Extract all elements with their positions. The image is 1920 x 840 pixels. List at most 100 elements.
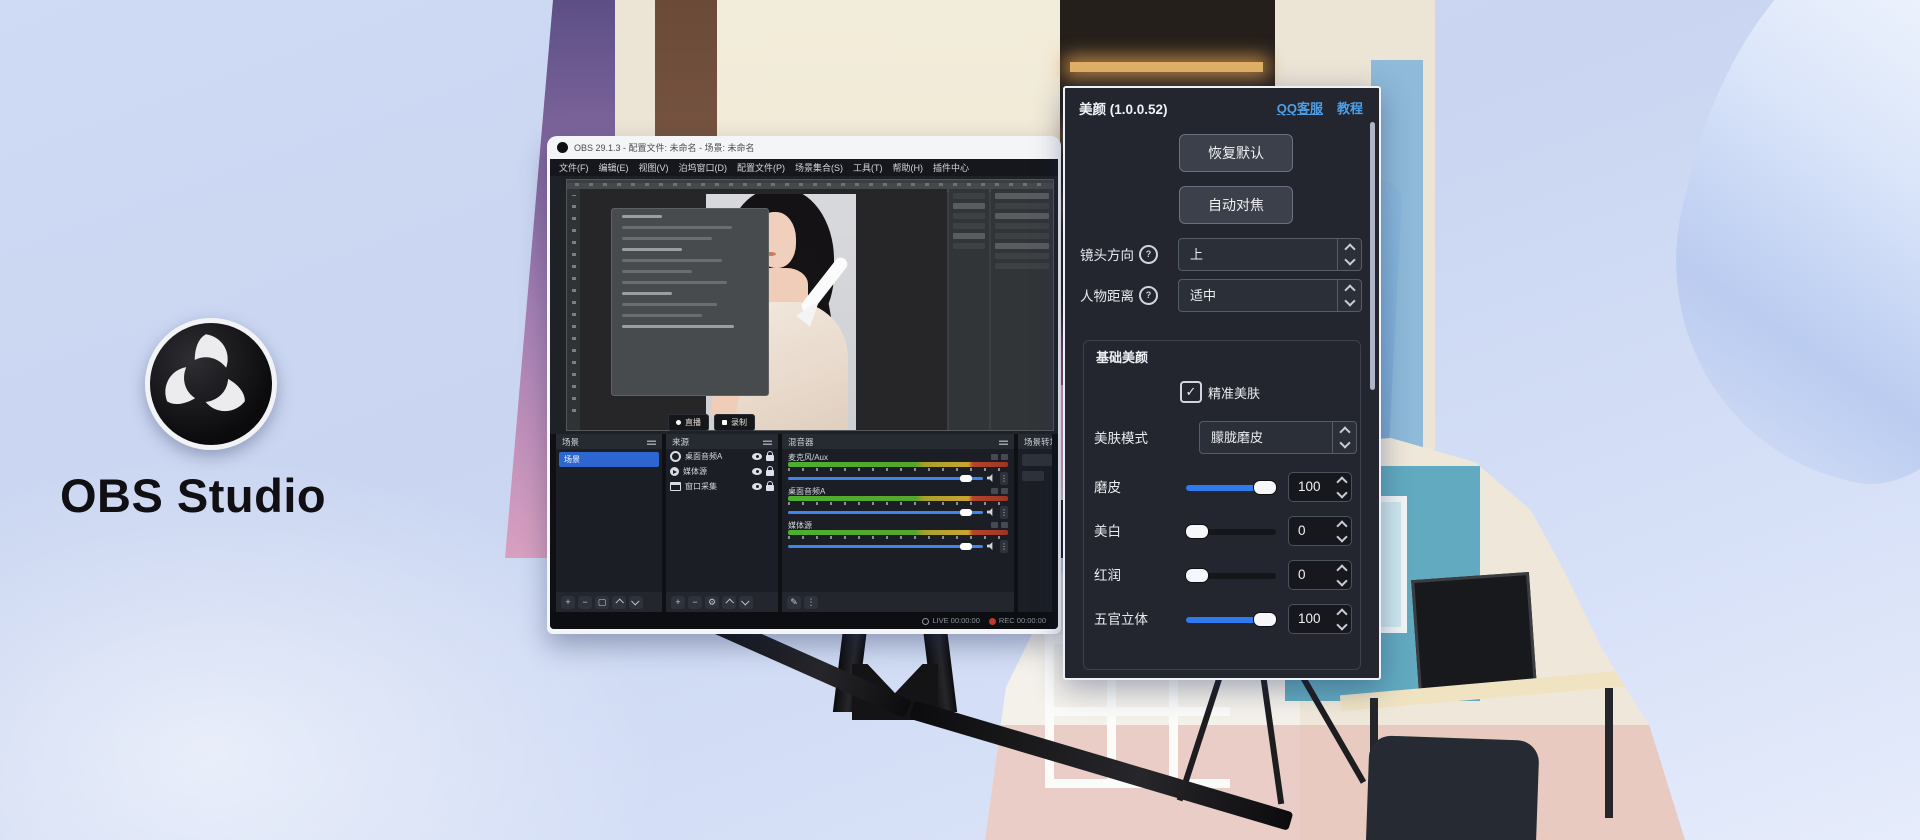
whitening-slider[interactable] bbox=[1186, 529, 1276, 535]
sources-dock: 来源 桌面音频A 媒体源 bbox=[666, 434, 778, 612]
remove-source-button[interactable]: − bbox=[688, 596, 702, 609]
speaker-icon[interactable] bbox=[987, 474, 996, 483]
mixer-channel: 麦克风/Aux ⋮ bbox=[788, 452, 1008, 483]
lock-icon[interactable] bbox=[766, 485, 774, 491]
dropdown-spinner-icons[interactable] bbox=[1332, 422, 1356, 453]
face-3d-slider[interactable] bbox=[1186, 617, 1276, 623]
slider-handle[interactable] bbox=[1254, 481, 1276, 494]
qq-support-link[interactable]: QQ客服 bbox=[1277, 98, 1323, 117]
visibility-eye-icon[interactable] bbox=[752, 453, 762, 460]
number-spinner-icons[interactable] bbox=[1333, 561, 1351, 589]
visibility-eye-icon[interactable] bbox=[752, 483, 762, 490]
live-button[interactable]: 直播 bbox=[668, 414, 709, 431]
whitening-value-box[interactable]: 0 bbox=[1288, 516, 1352, 546]
menu-help[interactable]: 帮助(H) bbox=[893, 161, 924, 174]
scene-item-selected[interactable]: 场景 bbox=[559, 452, 659, 467]
camera-direction-value: 上 bbox=[1190, 239, 1203, 270]
volume-slider-handle[interactable] bbox=[960, 543, 972, 550]
slider-handle[interactable] bbox=[1254, 613, 1276, 626]
volume-slider-handle[interactable] bbox=[960, 475, 972, 482]
visibility-eye-icon[interactable] bbox=[752, 468, 762, 475]
speaker-icon[interactable] bbox=[987, 508, 996, 517]
mixer-channel-icons[interactable] bbox=[991, 454, 1008, 460]
menu-view[interactable]: 视图(V) bbox=[639, 161, 669, 174]
skin-mode-value: 朦胧磨皮 bbox=[1211, 422, 1263, 453]
docks-row: 场景 场景 + − ▢ bbox=[550, 434, 1058, 612]
live-status: LIVE 00:00:00 bbox=[922, 616, 980, 625]
ruddy-slider[interactable] bbox=[1186, 573, 1276, 579]
scene-move-up-button[interactable] bbox=[612, 596, 626, 609]
menu-profile[interactable]: 配置文件(P) bbox=[737, 161, 785, 174]
source-move-down-button[interactable] bbox=[739, 596, 753, 609]
transition-dropdown[interactable] bbox=[1022, 454, 1052, 466]
volume-slider-handle[interactable] bbox=[960, 509, 972, 516]
menu-tools[interactable]: 工具(T) bbox=[853, 161, 883, 174]
panel-scrollbar[interactable] bbox=[1370, 122, 1375, 390]
obs-logo-swirl-icon bbox=[150, 323, 262, 435]
slider-handle[interactable] bbox=[1186, 569, 1208, 582]
skin-mode-dropdown[interactable]: 朦胧磨皮 bbox=[1199, 421, 1357, 454]
source-item[interactable]: 媒体源 bbox=[666, 464, 778, 479]
restore-default-button[interactable]: 恢复默认 bbox=[1179, 134, 1293, 172]
scene-filters-button[interactable]: ▢ bbox=[595, 596, 609, 609]
add-source-button[interactable]: + bbox=[671, 596, 685, 609]
transition-duration-box[interactable] bbox=[1022, 471, 1044, 481]
camera-direction-dropdown[interactable]: 上 bbox=[1178, 238, 1362, 271]
smoothing-slider[interactable] bbox=[1186, 485, 1276, 491]
dialog-line bbox=[622, 314, 702, 317]
source-item[interactable]: 窗口采集 bbox=[666, 479, 778, 494]
number-spinner-icons[interactable] bbox=[1333, 517, 1351, 545]
source-move-up-button[interactable] bbox=[722, 596, 736, 609]
volume-slider[interactable] bbox=[788, 477, 983, 480]
ruddy-value-box[interactable]: 0 bbox=[1288, 560, 1352, 590]
mixer-channel-icons[interactable] bbox=[991, 488, 1008, 494]
add-scene-button[interactable]: + bbox=[561, 596, 575, 609]
rec-status-icon bbox=[989, 618, 996, 625]
auto-focus-button[interactable]: 自动对焦 bbox=[1179, 186, 1293, 224]
scenes-dock-menu-icon[interactable] bbox=[647, 439, 656, 445]
audio-level-meter bbox=[788, 462, 1008, 467]
precise-skin-checkbox[interactable]: ✓ bbox=[1180, 381, 1202, 403]
mixer-channel-name: 媒体源 bbox=[788, 520, 812, 531]
mixer-settings-button[interactable]: ✎ bbox=[787, 596, 801, 609]
volume-slider[interactable] bbox=[788, 545, 983, 548]
channel-options-kebab[interactable]: ⋮ bbox=[1000, 506, 1008, 519]
lock-icon[interactable] bbox=[766, 470, 774, 476]
menu-docks[interactable]: 泊坞窗口(D) bbox=[679, 161, 728, 174]
skin-mode-label: 美肤模式 bbox=[1094, 427, 1148, 447]
number-spinner-icons[interactable] bbox=[1333, 473, 1351, 501]
channel-options-kebab[interactable]: ⋮ bbox=[1000, 540, 1008, 553]
face-3d-value-box[interactable]: 100 bbox=[1288, 604, 1352, 634]
smoothing-label: 磨皮 bbox=[1094, 473, 1121, 503]
menu-edit[interactable]: 编辑(E) bbox=[599, 161, 629, 174]
record-button[interactable]: 录制 bbox=[714, 414, 755, 431]
channel-options-kebab[interactable]: ⋮ bbox=[1000, 472, 1008, 485]
lock-icon[interactable] bbox=[766, 455, 774, 461]
person-distance-dropdown[interactable]: 适中 bbox=[1178, 279, 1362, 312]
source-properties-button[interactable]: ⚙ bbox=[705, 596, 719, 609]
slider-handle[interactable] bbox=[1186, 525, 1208, 538]
volume-slider[interactable] bbox=[788, 511, 983, 514]
gaming-room-shelf-light-1 bbox=[1070, 62, 1263, 72]
mixer-dock-menu-icon[interactable] bbox=[999, 439, 1008, 445]
tutorial-link[interactable]: 教程 bbox=[1337, 98, 1363, 117]
source-item[interactable]: 桌面音频A bbox=[666, 449, 778, 464]
scene-move-down-button[interactable] bbox=[629, 596, 643, 609]
help-icon[interactable]: ? bbox=[1139, 245, 1158, 264]
face-3d-value: 100 bbox=[1298, 605, 1321, 633]
speaker-icon[interactable] bbox=[987, 542, 996, 551]
dropdown-spinner-icons[interactable] bbox=[1337, 280, 1361, 311]
remove-scene-button[interactable]: − bbox=[578, 596, 592, 609]
help-icon[interactable]: ? bbox=[1139, 286, 1158, 305]
mixer-channel-icons[interactable] bbox=[991, 522, 1008, 528]
menu-plugin-center[interactable]: 插件中心 bbox=[933, 161, 969, 174]
window-title: OBS 29.1.3 - 配置文件: 未命名 - 场景: 未命名 bbox=[574, 141, 755, 154]
smoothing-value-box[interactable]: 100 bbox=[1288, 472, 1352, 502]
menu-file[interactable]: 文件(F) bbox=[559, 161, 589, 174]
sources-dock-menu-icon[interactable] bbox=[763, 439, 772, 445]
dropdown-spinner-icons[interactable] bbox=[1337, 239, 1361, 270]
menu-scene-collection[interactable]: 场景集合(S) bbox=[795, 161, 843, 174]
number-spinner-icons[interactable] bbox=[1333, 605, 1351, 633]
mixer-kebab-button[interactable]: ⋮ bbox=[804, 596, 818, 609]
studio-monitor bbox=[1411, 572, 1537, 694]
